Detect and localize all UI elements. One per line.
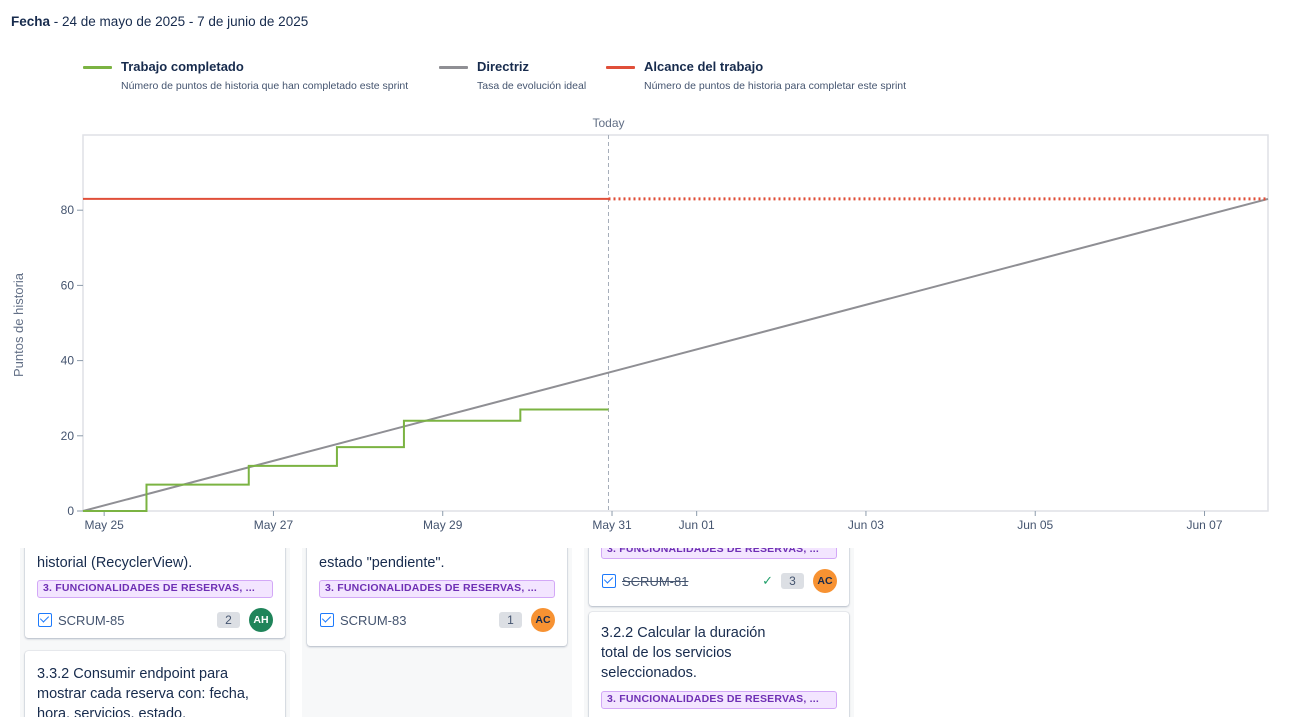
plot-frame: [82, 134, 1269, 512]
issue-card[interactable]: 3. FUNCIONALIDADES DE RESERVAS, ... SCRU…: [589, 548, 849, 606]
x-tick-label: May 29: [423, 518, 463, 532]
legend-desc: Número de puntos de historia para comple…: [644, 80, 907, 92]
card-summary: estado "pendiente".: [319, 555, 445, 571]
story-checkbox-icon: [38, 613, 52, 627]
card-summary: historial (RecyclerView).: [37, 555, 193, 571]
avatar[interactable]: AH: [249, 608, 273, 632]
board-column: 3. FUNCIONALIDADES DE RESERVAS, ... SCRU…: [584, 548, 854, 717]
y-axis-label: Puntos de historia: [11, 272, 26, 377]
issue-key[interactable]: SCRUM-81: [622, 574, 688, 589]
date-range: - 24 de mayo de 2025 - 7 de junio de 202…: [50, 14, 309, 29]
issue-key[interactable]: SCRUM-83: [340, 613, 406, 628]
story-points: 2: [217, 612, 240, 628]
card-summary: 3.3.2 Consumir endpoint para mostrar cad…: [37, 666, 249, 717]
story-points: 3: [781, 573, 804, 589]
x-tick-label: May 25: [84, 518, 124, 532]
y-tick-label: 40: [61, 354, 75, 368]
avatar[interactable]: AC: [531, 608, 555, 632]
y-tick-label: 20: [61, 429, 75, 443]
card-summary: 3.2.2 Calcular la duración total de los …: [601, 625, 766, 681]
epic-badge[interactable]: 3. FUNCIONALIDADES DE RESERVAS, ...: [319, 580, 555, 598]
issue-card[interactable]: 3.2.2 Calcular la duración total de los …: [589, 612, 849, 717]
story-checkbox-icon: [320, 613, 334, 627]
x-tick-label: Jun 03: [848, 518, 884, 532]
epic-badge[interactable]: 3. FUNCIONALIDADES DE RESERVAS, ...: [601, 548, 837, 559]
legend-title: Alcance del trabajo: [644, 59, 764, 74]
avatar[interactable]: AC: [813, 569, 837, 593]
legend-desc: Número de puntos de historia que han com…: [121, 80, 409, 92]
legend-swatch-guideline: [439, 66, 468, 69]
issue-card[interactable]: historial (RecyclerView). 3. FUNCIONALID…: [25, 548, 285, 638]
burndown-chart: 0 20 40 60 80 May 25 May 27 May 29 May 31 Jun 01 J…: [11, 116, 1269, 532]
y-tick-label: 80: [61, 203, 75, 217]
epic-badge[interactable]: 3. FUNCIONALIDADES DE RESERVAS, ...: [37, 580, 273, 598]
x-tick-label: Jun 05: [1017, 518, 1053, 532]
legend-item-completed[interactable]: Trabajo completado Número de puntos de h…: [83, 58, 423, 93]
guideline-series: [82, 197, 1269, 512]
x-tick-label: May 31: [592, 518, 632, 532]
legend-title: Trabajo completado: [121, 59, 244, 74]
story-points: 1: [499, 612, 522, 628]
y-tick-label: 60: [61, 278, 75, 292]
issue-card[interactable]: 3.3.2 Consumir endpoint para mostrar cad…: [25, 651, 285, 717]
legend-swatch-scope: [606, 66, 635, 69]
story-checkbox-icon: [602, 574, 616, 588]
legend-desc: Tasa de evolución ideal: [477, 80, 587, 92]
board-column: historial (RecyclerView). 3. FUNCIONALID…: [20, 548, 290, 717]
card-meta: SCRUM-81 ✓ 3 AC: [602, 569, 837, 593]
issue-key[interactable]: SCRUM-85: [58, 613, 124, 628]
board-column: estado "pendiente". 3. FUNCIONALIDADES D…: [302, 548, 572, 717]
legend-swatch-completed: [83, 66, 112, 69]
x-tick-label: Jun 01: [679, 518, 715, 532]
legend-title: Directriz: [477, 59, 530, 74]
epic-badge[interactable]: 3. FUNCIONALIDADES DE RESERVAS, ...: [601, 691, 837, 709]
date-range-header: Fecha - 24 de mayo de 2025 - 7 de junio …: [11, 14, 308, 29]
x-tick-label: Jun 07: [1187, 518, 1223, 532]
card-meta: SCRUM-83 1 AC: [320, 608, 555, 632]
completed-work-series: [83, 408, 609, 512]
y-tick-label: 0: [67, 504, 74, 518]
done-check-icon: ✓: [762, 573, 773, 588]
card-meta: SCRUM-85 2 AH: [38, 608, 273, 632]
legend-item-guideline[interactable]: Directriz Tasa de evolución ideal: [439, 58, 590, 93]
issue-card[interactable]: estado "pendiente". 3. FUNCIONALIDADES D…: [307, 548, 567, 646]
today-label: Today: [592, 116, 624, 130]
x-tick-label: May 27: [254, 518, 294, 532]
date-label: Fecha: [11, 14, 51, 29]
legend-item-scope[interactable]: Alcance del trabajo Número de puntos de …: [606, 58, 946, 93]
chart-legend: Trabajo completado Número de puntos de h…: [83, 58, 962, 93]
sprint-board: historial (RecyclerView). 3. FUNCIONALID…: [0, 548, 1291, 717]
